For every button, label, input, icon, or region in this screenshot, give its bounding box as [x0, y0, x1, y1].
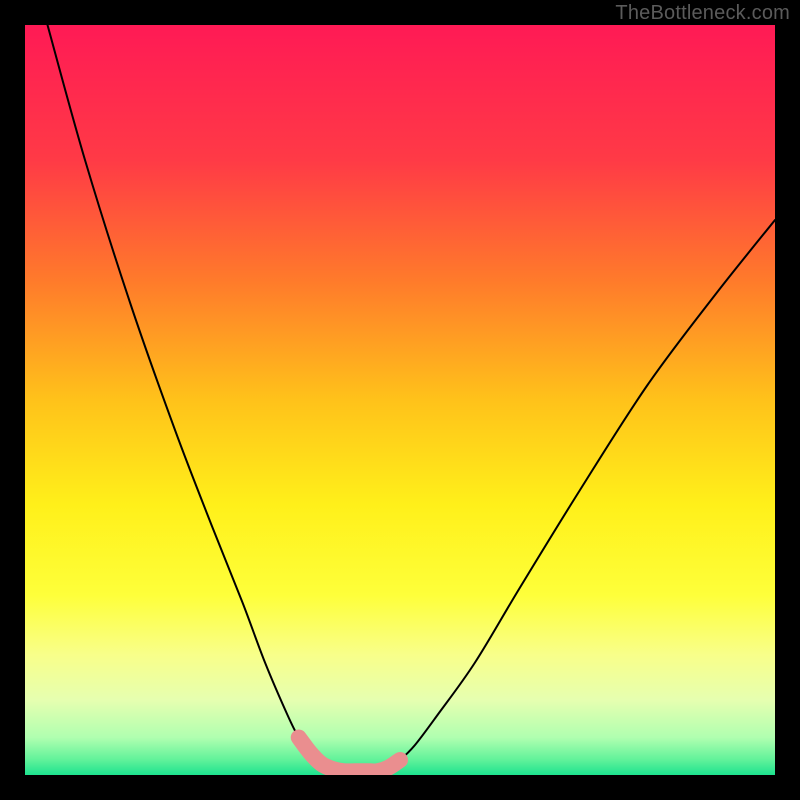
- watermark-text: TheBottleneck.com: [615, 2, 790, 25]
- curves-layer: [25, 25, 775, 775]
- chart-frame: TheBottleneck.com: [0, 0, 800, 800]
- bottleneck-curve-right: [378, 220, 776, 771]
- optimal-highlight: [299, 738, 400, 772]
- plot-area: [25, 25, 775, 775]
- bottleneck-curve-left: [48, 25, 344, 771]
